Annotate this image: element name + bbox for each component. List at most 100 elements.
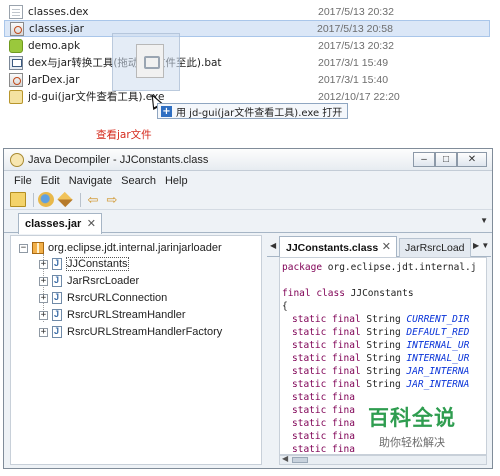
code-line-class: final class JJConstants bbox=[282, 287, 414, 300]
type-name: String bbox=[360, 379, 407, 390]
package-tree: − org.eclipse.jdt.internal.jarinjarloade… bbox=[10, 235, 262, 465]
page-icon bbox=[9, 4, 23, 19]
code-line-field: static final String JAR_INTERNA bbox=[292, 378, 469, 391]
watermark-logo: 百科全说 助你轻松解决 bbox=[352, 402, 472, 454]
maximize-button[interactable]: □ bbox=[435, 152, 457, 167]
code-line-partial: static fina bbox=[292, 392, 355, 403]
close-button[interactable]: ✕ bbox=[457, 152, 487, 167]
open-file-icon[interactable] bbox=[10, 192, 26, 207]
file-date: 2017/5/13 20:58 bbox=[317, 22, 393, 35]
tab-label: classes.jar bbox=[25, 218, 82, 230]
title-bar[interactable]: Java Decompiler - JJConstants.class – □ … bbox=[4, 149, 492, 171]
toolbar: ⇦ ⇨ bbox=[4, 190, 492, 210]
drop-target-tooltip: + 用 jd-gui(jar文件查看工具).exe 打开 bbox=[157, 103, 349, 119]
code-line-partial: static fina bbox=[292, 418, 355, 429]
class-label: RsrcURLStreamHandlerFactory bbox=[67, 326, 223, 338]
expand-icon[interactable]: + bbox=[39, 327, 48, 337]
class-name: JJConstants bbox=[344, 288, 414, 299]
app-icon bbox=[10, 152, 24, 167]
apk-icon bbox=[9, 38, 23, 53]
tab-jjconstants-class[interactable]: JJConstants.class ✕ bbox=[279, 236, 397, 258]
exe-icon bbox=[9, 89, 23, 104]
close-icon[interactable]: ✕ bbox=[87, 217, 96, 230]
class-file-icon bbox=[52, 326, 62, 338]
scroll-tabs-left-icon[interactable]: ◀ bbox=[270, 241, 276, 250]
file-date: 2017/3/1 15:49 bbox=[318, 56, 389, 69]
watermark-title: 百科全说 bbox=[368, 406, 456, 430]
collapse-icon[interactable]: − bbox=[19, 243, 28, 253]
tab-classes-jar[interactable]: classes.jar ✕ bbox=[18, 213, 102, 234]
keyword: static final bbox=[292, 366, 361, 377]
tab-jarrsrcloader[interactable]: JarRsrcLoad bbox=[399, 238, 471, 257]
toolbar-separator bbox=[33, 192, 34, 207]
file-date: 2017/3/1 15:40 bbox=[318, 73, 389, 86]
tree-node-class[interactable]: + JJConstants bbox=[39, 256, 129, 272]
class-label: RsrcURLConnection bbox=[67, 292, 168, 304]
document-tab-strip: classes.jar ✕ ▼ bbox=[4, 211, 492, 234]
class-file-icon bbox=[52, 258, 62, 270]
file-name: classes.dex bbox=[28, 5, 89, 18]
code-line-field: static final String DEFAULT_RED bbox=[292, 326, 469, 339]
expand-icon[interactable]: + bbox=[39, 259, 48, 269]
watermark-subtitle: 助你轻松解决 bbox=[379, 436, 445, 449]
class-file-icon bbox=[52, 309, 62, 321]
code-line-field: static final String CURRENT_DIR bbox=[292, 313, 469, 326]
toolbar-separator bbox=[80, 192, 81, 207]
file-date: 2017/5/13 20:32 bbox=[318, 5, 394, 18]
jar-icon bbox=[9, 72, 23, 87]
jar-icon bbox=[10, 21, 24, 36]
file-row-jardex-jar[interactable]: JarDex.jar 2017/3/1 15:40 bbox=[4, 71, 490, 88]
menu-file[interactable]: File bbox=[14, 175, 32, 187]
file-row-classes-dex[interactable]: classes.dex 2017/5/13 20:32 bbox=[4, 3, 490, 20]
code-line-field: static final String INTERNAL_UR bbox=[292, 339, 469, 352]
code-line-partial: static fina bbox=[292, 444, 355, 455]
chevron-down-icon[interactable]: ▼ bbox=[480, 216, 488, 225]
expand-icon[interactable]: + bbox=[39, 310, 48, 320]
type-name: String bbox=[360, 327, 407, 338]
search-icon[interactable] bbox=[57, 191, 73, 208]
file-row-demo-apk[interactable]: demo.apk 2017/5/13 20:32 bbox=[4, 37, 490, 54]
menu-navigate[interactable]: Navigate bbox=[69, 175, 112, 187]
expand-icon[interactable]: + bbox=[39, 276, 48, 286]
field-name: JAR_INTERNA bbox=[406, 366, 470, 377]
scrollbar-thumb[interactable] bbox=[292, 457, 308, 463]
menu-search[interactable]: Search bbox=[121, 175, 156, 187]
tree-node-class[interactable]: + JarRsrcLoader bbox=[39, 273, 139, 289]
horizontal-scrollbar[interactable]: ◀ bbox=[279, 454, 487, 465]
file-row-dex-jar-bat[interactable]: dex与jar转换工具(拖动de 文件至此).bat 2017/3/1 15:4… bbox=[4, 54, 490, 71]
file-name: jd-gui(jar文件查看工具).exe bbox=[28, 91, 165, 103]
keyword: package bbox=[282, 262, 323, 273]
minimize-button[interactable]: – bbox=[413, 152, 435, 167]
menu-edit[interactable]: Edit bbox=[41, 175, 60, 187]
browse-icon[interactable] bbox=[38, 192, 54, 207]
source-tab-strip: ◀ JJConstants.class ✕ JarRsrcLoad ▶ ▼ bbox=[267, 235, 491, 258]
keyword: static final bbox=[292, 340, 361, 351]
tree-node-package[interactable]: − org.eclipse.jdt.internal.jarinjarloade… bbox=[19, 240, 222, 256]
close-icon[interactable]: ✕ bbox=[382, 240, 391, 253]
field-name: DEFAULT_RED bbox=[406, 327, 470, 338]
expand-icon[interactable]: + bbox=[39, 293, 48, 303]
menu-help[interactable]: Help bbox=[165, 175, 188, 187]
code-line-field: static final String INTERNAL_UR bbox=[292, 352, 469, 365]
tab-overflow-icon[interactable]: ▶ ▼ bbox=[473, 241, 489, 250]
back-arrow-icon[interactable]: ⇦ bbox=[85, 192, 101, 207]
code-line-brace: { bbox=[282, 301, 288, 312]
class-label: JarRsrcLoader bbox=[67, 275, 140, 287]
file-row-classes-jar[interactable]: classes.jar 2017/5/13 20:58 bbox=[4, 20, 490, 37]
file-date: 2017/5/13 20:32 bbox=[318, 39, 394, 52]
instruction-caption: 查看jar文件 bbox=[96, 129, 152, 141]
menu-bar: File Edit Navigate Search Help bbox=[4, 172, 492, 190]
tree-node-class[interactable]: + RsrcURLStreamHandler bbox=[39, 307, 186, 323]
file-explorer-list: classes.dex 2017/5/13 20:32 classes.jar … bbox=[0, 0, 500, 108]
drop-tooltip-text: 用 jd-gui(jar文件查看工具).exe 打开 bbox=[176, 107, 343, 119]
window-title: Java Decompiler - JJConstants.class bbox=[28, 153, 209, 166]
tree-node-class[interactable]: + RsrcURLStreamHandlerFactory bbox=[39, 324, 222, 340]
field-name: JAR_INTERNA bbox=[406, 379, 470, 390]
forward-arrow-icon[interactable]: ⇨ bbox=[104, 192, 120, 207]
package-label: org.eclipse.jdt.internal.jarinjarloader bbox=[48, 242, 222, 254]
scroll-left-icon[interactable]: ◀ bbox=[282, 454, 288, 463]
plus-icon: + bbox=[161, 105, 172, 117]
tab-label: JJConstants.class bbox=[286, 241, 379, 254]
class-file-icon bbox=[52, 275, 62, 287]
tree-node-class[interactable]: + RsrcURLConnection bbox=[39, 290, 167, 306]
